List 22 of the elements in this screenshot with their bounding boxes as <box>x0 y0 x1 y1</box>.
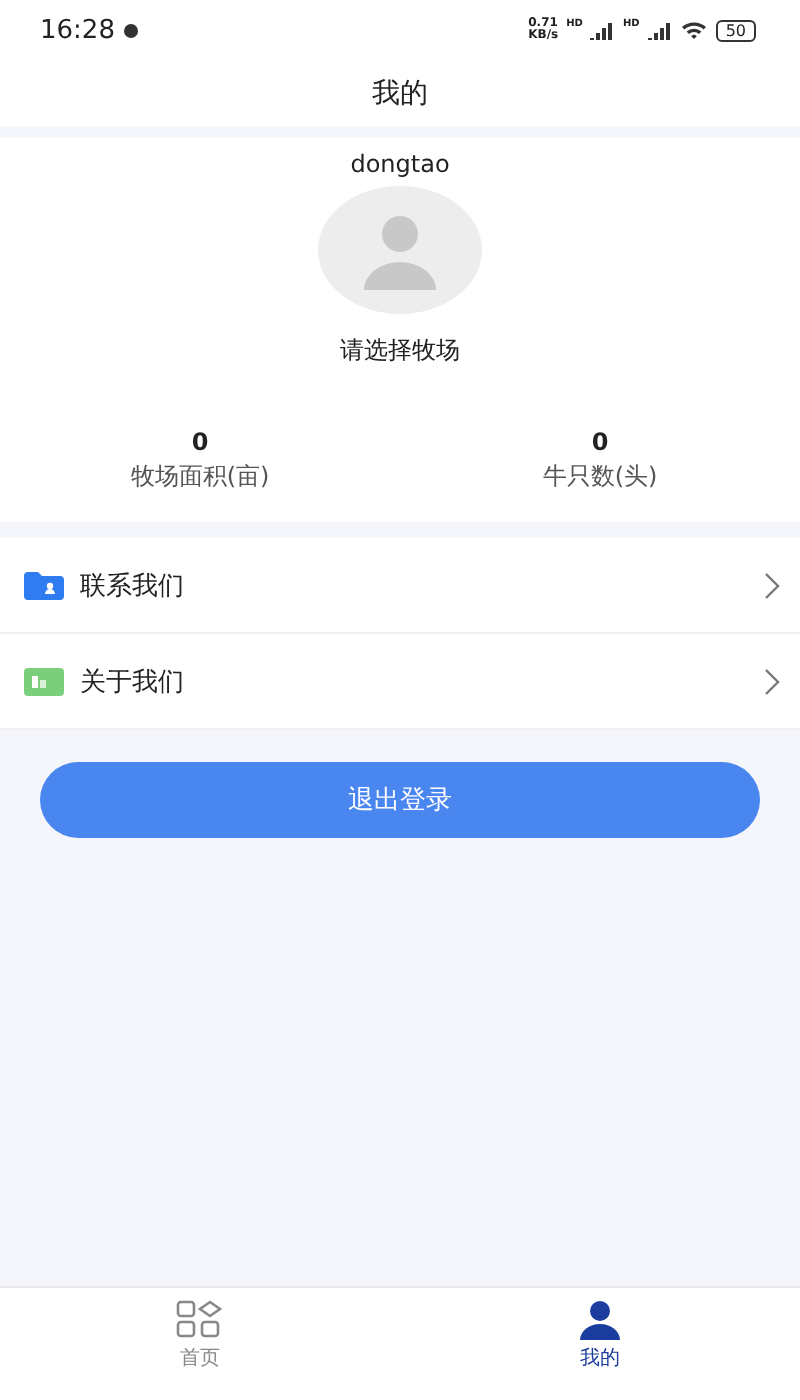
stat-label: 牧场面积(亩) <box>130 460 270 494</box>
stat-value: 0 <box>191 428 209 456</box>
person-icon <box>578 1300 622 1340</box>
notification-icon <box>124 23 139 37</box>
chevron-right-icon <box>764 571 780 599</box>
grid-icon <box>176 1300 224 1340</box>
logout-button[interactable]: 退出登录 <box>40 762 760 838</box>
wifi-icon <box>679 20 708 40</box>
username: dongtao <box>350 150 450 178</box>
menu-item[interactable]: 联系我们 <box>0 538 800 634</box>
farm-selector-link[interactable]: 请选择牧场 <box>340 334 460 368</box>
person-icon <box>360 210 440 290</box>
clock: 16:28 <box>40 15 115 45</box>
chevron-right-icon <box>764 667 780 695</box>
page-title: 我的 <box>372 75 428 111</box>
tab-item[interactable]: 首页 <box>0 1288 400 1400</box>
stat-value: 0 <box>591 428 609 456</box>
stat-label: 牛只数(头) <box>542 460 658 494</box>
battery-indicator: 50 <box>715 19 756 41</box>
signal-icon <box>590 21 615 39</box>
menu-item[interactable]: 关于我们 <box>0 634 800 730</box>
tab-item[interactable]: 我的 <box>400 1288 800 1400</box>
